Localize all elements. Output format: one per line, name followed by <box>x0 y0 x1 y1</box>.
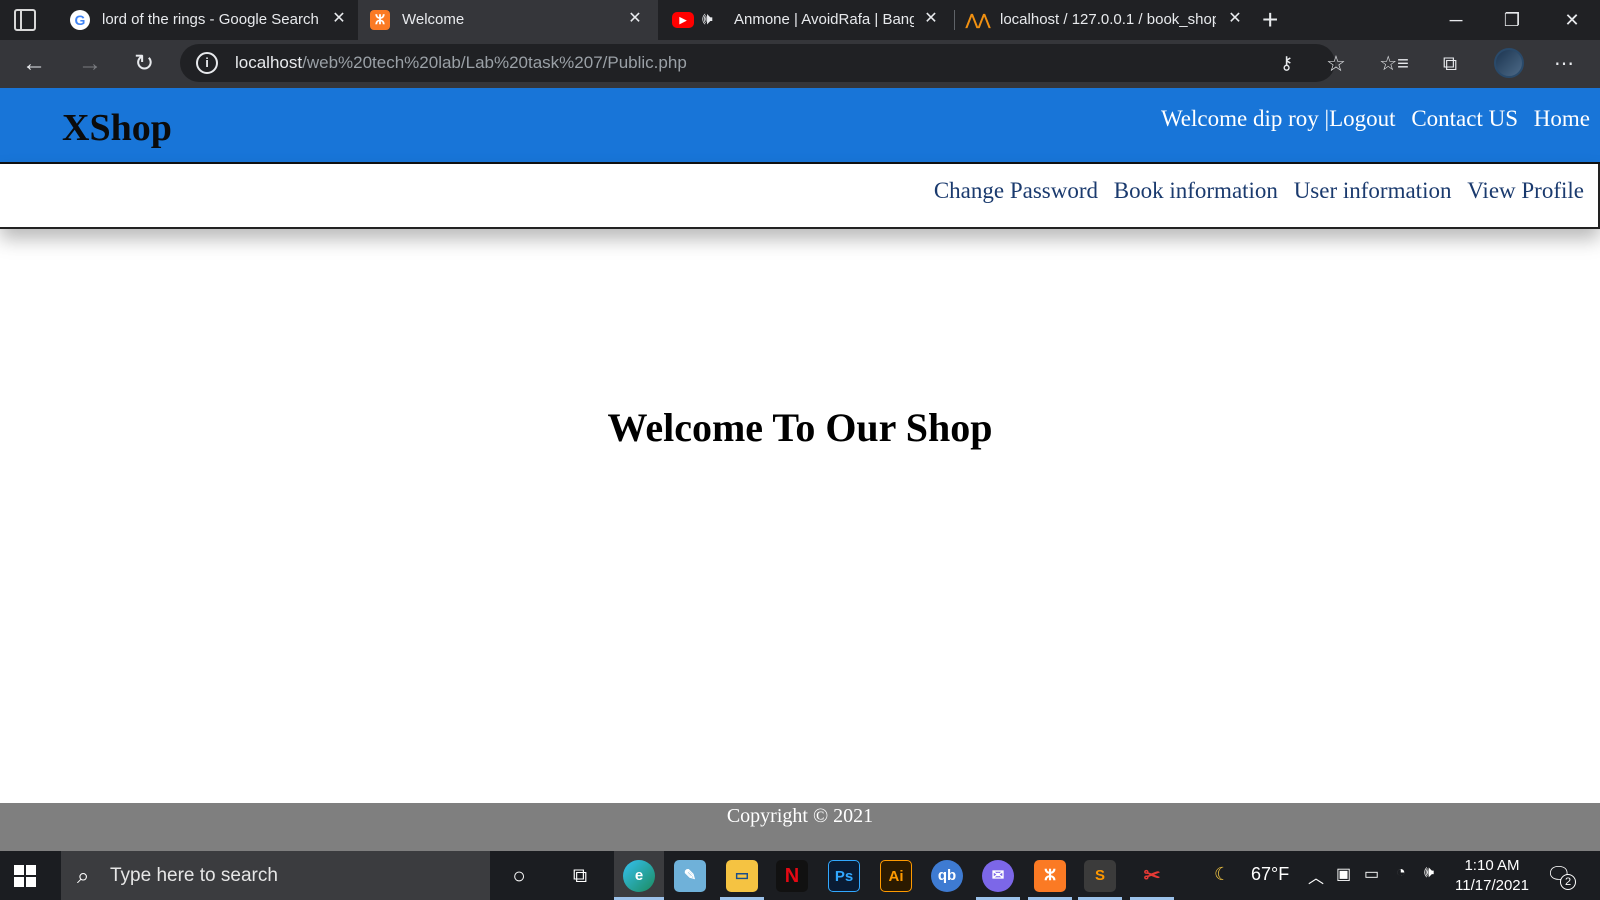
tab-google-search[interactable]: G lord of the rings - Google Search ✕ <box>58 0 356 40</box>
snipping-tool-icon[interactable]: ✂ <box>1136 860 1168 892</box>
task-view-icon[interactable]: ⧉ <box>564 860 596 892</box>
photoshop-icon[interactable]: Ps <box>828 860 860 892</box>
meet-now-icon[interactable]: ▣ <box>1336 864 1351 884</box>
sub-navigation: Change Password Book information User in… <box>0 164 1600 229</box>
welcome-heading: Welcome To Our Shop <box>607 405 993 450</box>
minimize-icon[interactable]: ─ <box>1428 0 1484 40</box>
close-icon[interactable]: ✕ <box>922 10 940 28</box>
user-information-link[interactable]: User information <box>1294 178 1452 203</box>
view-profile-link[interactable]: View Profile <box>1467 178 1584 203</box>
favorites-icon[interactable]: ☆≡ <box>1378 48 1410 80</box>
qbittorrent-icon[interactable]: qb <box>931 860 963 892</box>
close-icon[interactable]: ✕ <box>330 10 348 28</box>
url-text[interactable]: localhost/web%20tech%20lab/Lab%20task%20… <box>235 53 687 73</box>
clock-date: 11/17/2021 <box>1455 877 1529 894</box>
new-tab-icon[interactable]: + <box>1262 4 1278 36</box>
url-host: localhost <box>235 53 303 72</box>
windows-start-icon[interactable] <box>14 865 36 887</box>
change-password-link[interactable]: Change Password <box>934 178 1098 203</box>
cortana-icon[interactable]: ○ <box>503 860 535 892</box>
file-explorer-icon[interactable]: ▭ <box>726 860 758 892</box>
copyright-text: Copyright © 2021 <box>726 805 874 827</box>
sublime-text-icon[interactable]: S <box>1084 860 1116 892</box>
tab-actions-icon[interactable] <box>14 9 36 31</box>
tab-title: Anmone | AvoidRafa | Bangl <box>734 11 914 28</box>
messenger-icon[interactable]: ✉ <box>982 860 1014 892</box>
book-information-link[interactable]: Book information <box>1114 178 1278 203</box>
edge-icon[interactable]: e <box>623 860 655 892</box>
tab-youtube[interactable]: ▶ 🕪 Anmone | AvoidRafa | Bangl ✕ <box>660 0 952 40</box>
notification-center-icon[interactable]: 🗨 2 <box>1546 862 1576 890</box>
search-placeholder: Type here to search <box>110 865 278 886</box>
tab-title: Welcome <box>402 11 465 28</box>
tab-welcome[interactable]: ⵣ Welcome ✕ <box>358 0 658 40</box>
phpmyadmin-icon: ⋀⋀ <box>965 12 991 29</box>
site-info-icon[interactable]: i <box>196 52 218 74</box>
tab-title: localhost / 127.0.0.1 / book_shop <box>1000 11 1216 28</box>
close-icon[interactable]: ✕ <box>626 10 644 28</box>
google-icon: G <box>70 10 90 30</box>
browser-tab-bar: G lord of the rings - Google Search ✕ ⵣ … <box>0 0 1600 40</box>
home-link[interactable]: Home <box>1534 106 1590 131</box>
add-favorite-icon[interactable]: ☆ <box>1320 48 1352 80</box>
clock-time: 1:10 AM <box>1464 857 1520 874</box>
profile-avatar[interactable] <box>1494 48 1524 78</box>
taskbar: ⌕ Type here to search ○ ⧉ e ✎ ▭ N Ps Ai … <box>0 851 1600 900</box>
collections-icon[interactable]: ⧉ <box>1434 48 1466 80</box>
notepad-icon[interactable]: ✎ <box>674 860 706 892</box>
show-hidden-icons-icon[interactable]: ︿ <box>1308 864 1324 888</box>
xampp-taskbar-icon[interactable]: ⵣ <box>1034 860 1066 892</box>
netflix-icon[interactable]: N <box>776 860 808 892</box>
key-icon[interactable]: ⚷ <box>1280 53 1293 74</box>
address-toolbar: ← → ↻ i localhost/web%20tech%20lab/Lab%2… <box>0 40 1600 88</box>
window-close-icon[interactable]: ✕ <box>1544 0 1600 40</box>
welcome-user-text: Welcome dip roy | <box>1160 106 1330 131</box>
notification-count-badge: 2 <box>1560 874 1576 890</box>
restore-icon[interactable]: ❐ <box>1484 0 1540 40</box>
more-menu-icon[interactable]: ⋯ <box>1548 48 1580 80</box>
url-path: /web%20tech%20lab/Lab%20task%207/Public.… <box>302 53 687 72</box>
tab-separator <box>954 10 955 30</box>
back-icon[interactable]: ← <box>18 48 50 80</box>
weather-temperature[interactable]: 67°F <box>1251 864 1289 885</box>
forward-icon[interactable]: → <box>74 48 106 80</box>
system-clock[interactable]: 1:10 AM 11/17/2021 <box>1452 856 1532 896</box>
tab-title: lord of the rings - Google Search <box>102 11 319 28</box>
site-footer: Copyright © 2021 <box>0 803 1600 851</box>
logout-link[interactable]: Logout <box>1329 106 1395 131</box>
xampp-icon: ⵣ <box>370 10 390 30</box>
battery-icon[interactable]: ▭ <box>1364 864 1379 884</box>
sub-nav-links: Change Password Book information User in… <box>924 178 1584 204</box>
speaker-icon[interactable]: 🕪 <box>702 9 713 29</box>
volume-icon[interactable]: 🕪 <box>1424 864 1434 882</box>
youtube-icon: ▶ <box>672 12 694 28</box>
tab-phpmyadmin[interactable]: ⋀⋀ localhost / 127.0.0.1 / book_shop ✕ <box>956 0 1254 40</box>
site-logo[interactable]: XShop <box>62 106 172 150</box>
address-bar[interactable]: i localhost/web%20tech%20lab/Lab%20task%… <box>180 44 1335 82</box>
illustrator-icon[interactable]: Ai <box>880 860 912 892</box>
contact-us-link[interactable]: Contact US <box>1411 106 1518 131</box>
search-icon: ⌕ <box>77 863 90 888</box>
top-nav: Welcome dip roy |Logout Contact US Home <box>1161 106 1600 132</box>
taskbar-search[interactable]: ⌕ Type here to search <box>61 851 490 900</box>
weather-moon-icon[interactable]: ☾ <box>1214 864 1230 885</box>
site-header: XShop Welcome dip roy |Logout Contact US… <box>0 88 1600 164</box>
wifi-icon[interactable]: ◔ <box>1396 864 1406 882</box>
reload-icon[interactable]: ↻ <box>128 48 160 80</box>
close-icon[interactable]: ✕ <box>1226 10 1244 28</box>
